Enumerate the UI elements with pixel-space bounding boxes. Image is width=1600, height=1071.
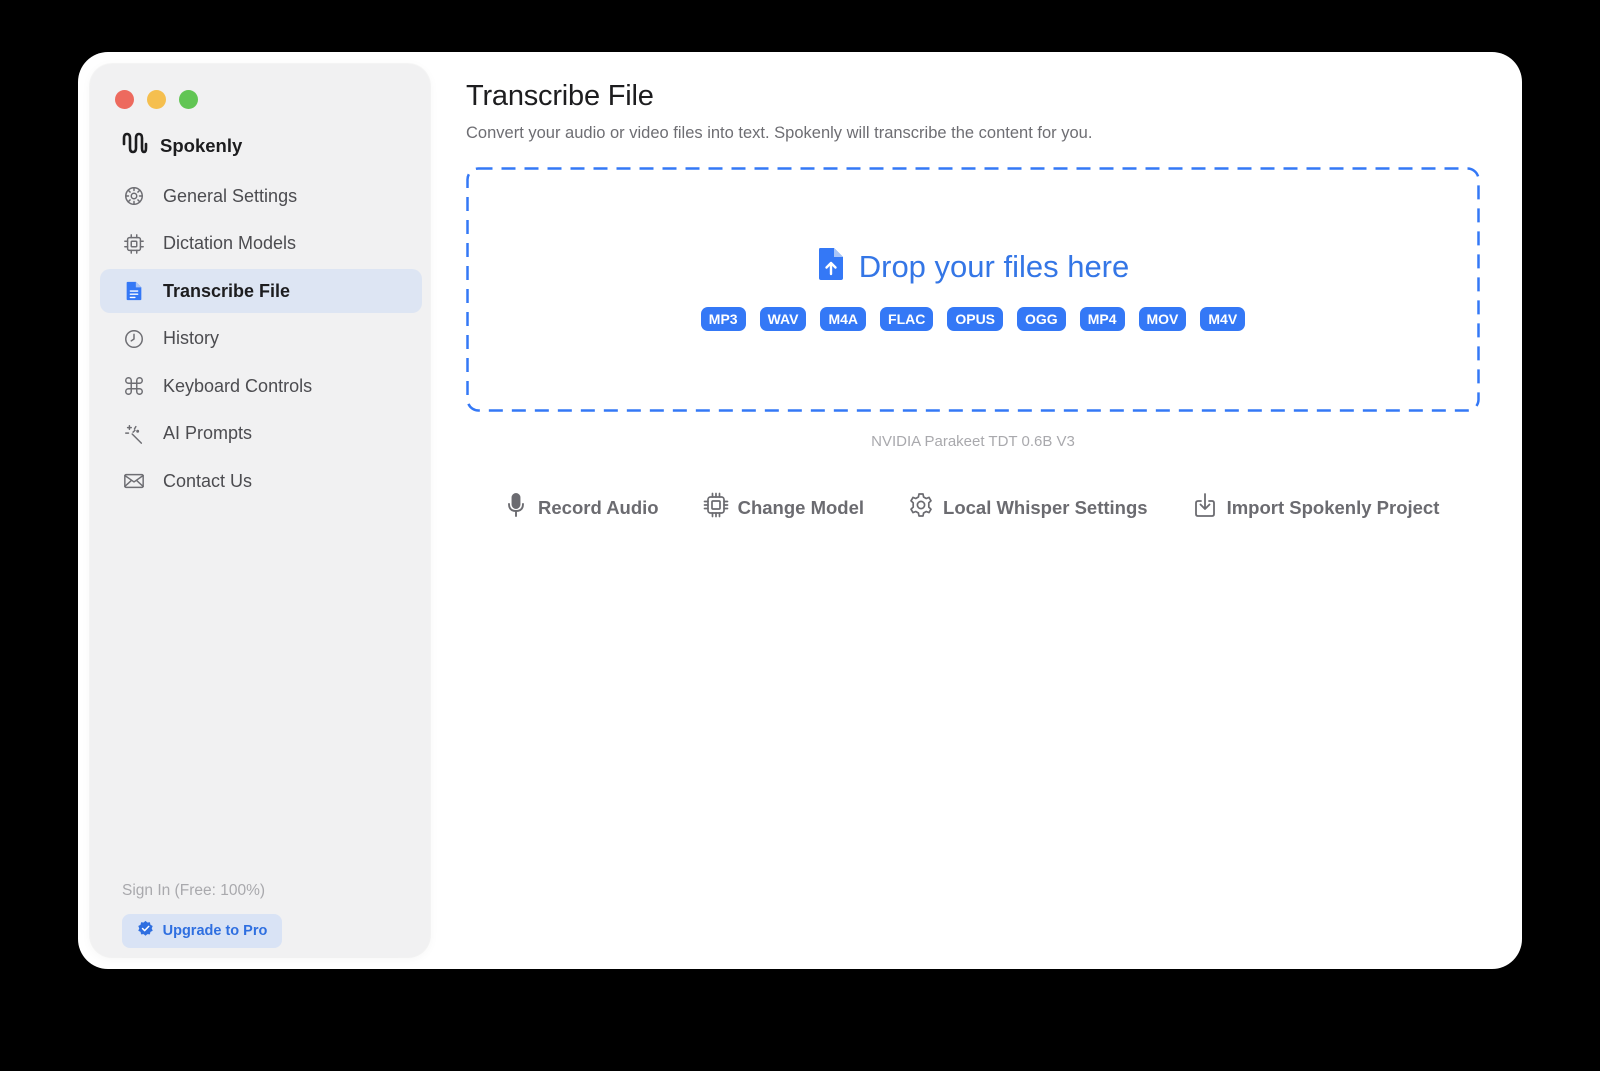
sidebar-item-label: Dictation Models [163,233,297,253]
app-brand: Spokenly [122,130,242,161]
change-model-button[interactable]: Change Model [703,492,864,523]
upgrade-label: Upgrade to Pro [162,923,268,939]
record-audio-button[interactable]: Record Audio [503,492,659,523]
app-name: Spokenly [160,134,243,156]
sidebar-item-label: Contact Us [163,470,253,491]
page-title: Transcribe File [466,80,654,112]
document-icon [123,280,145,302]
sidebar-item-transcribe-file[interactable]: Transcribe File [100,269,422,313]
sidebar-item-label: AI Prompts [163,423,253,443]
dropzone-heading: Drop your files here [466,247,1480,286]
waveform-logo-icon [122,130,148,161]
sidebar-item-dictation-models[interactable]: Dictation Models [100,222,422,266]
gear-icon [123,185,145,207]
chip-icon [123,233,145,255]
verified-badge-icon [137,920,154,942]
sidebar-item-label: Transcribe File [163,280,291,301]
file-upload-icon [817,247,845,286]
sidebar-item-label: History [163,328,220,348]
dropzone-border [466,167,1480,412]
file-dropzone[interactable]: Drop your files here MP3 WAV M4A FLAC OP… [466,167,1480,412]
format-badge: M4A [820,307,867,331]
format-badge: MOV [1138,307,1187,331]
upgrade-to-pro-button[interactable]: Upgrade to Pro [122,914,282,948]
minimize-window-button[interactable] [147,90,166,109]
format-badge: MP3 [700,307,746,331]
chip-icon [703,492,729,523]
app-window: Spokenly General Settings Dictation Mode… [78,52,1522,969]
format-badge: OGG [1017,307,1066,331]
action-bar: Record Audio Change Model Local Whisper … [503,492,1439,523]
action-label: Change Model [737,496,865,518]
supported-formats: MP3 WAV M4A FLAC OPUS OGG MP4 MOV M4V [466,307,1480,331]
magic-wand-icon [123,423,145,445]
import-spokenly-project-button[interactable]: Import Spokenly Project [1192,492,1440,523]
action-label: Record Audio [538,496,659,518]
format-badge: M4V [1200,307,1246,331]
local-whisper-settings-button[interactable]: Local Whisper Settings [908,492,1148,523]
sidebar-item-general-settings[interactable]: General Settings [100,174,422,218]
sidebar-item-keyboard-controls[interactable]: Keyboard Controls [100,364,422,408]
sidebar-item-label: General Settings [163,185,298,206]
dropzone-title: Drop your files here [858,248,1130,284]
close-window-button[interactable] [115,90,134,109]
sign-in-link[interactable]: Sign In (Free: 100%) [122,882,265,900]
microphone-icon [503,492,529,523]
page-subtitle: Convert your audio or video files into t… [466,124,1093,142]
action-label: Import Spokenly Project [1226,496,1440,518]
sidebar-nav: General Settings Dictation Models Transc… [100,174,422,507]
clock-icon [123,328,145,350]
zoom-window-button[interactable] [179,90,198,109]
current-model-label: NVIDIA Parakeet TDT 0.6B V3 [871,433,1075,450]
main-content: Transcribe File Convert your audio or vi… [466,52,1522,969]
command-icon [123,375,145,397]
sidebar-item-ai-prompts[interactable]: AI Prompts [100,412,422,456]
action-label: Local Whisper Settings [943,496,1148,518]
envelope-icon [123,470,145,492]
sidebar: Spokenly General Settings Dictation Mode… [90,64,430,957]
sidebar-item-history[interactable]: History [100,317,422,361]
gear-icon [908,492,934,523]
format-badge: WAV [759,307,807,331]
sidebar-item-label: Keyboard Controls [163,375,313,396]
format-badge: FLAC [880,307,934,331]
sidebar-item-contact-us[interactable]: Contact Us [100,459,422,503]
format-badge: MP4 [1079,307,1125,331]
import-icon [1192,492,1218,523]
format-badge: OPUS [947,307,1004,331]
